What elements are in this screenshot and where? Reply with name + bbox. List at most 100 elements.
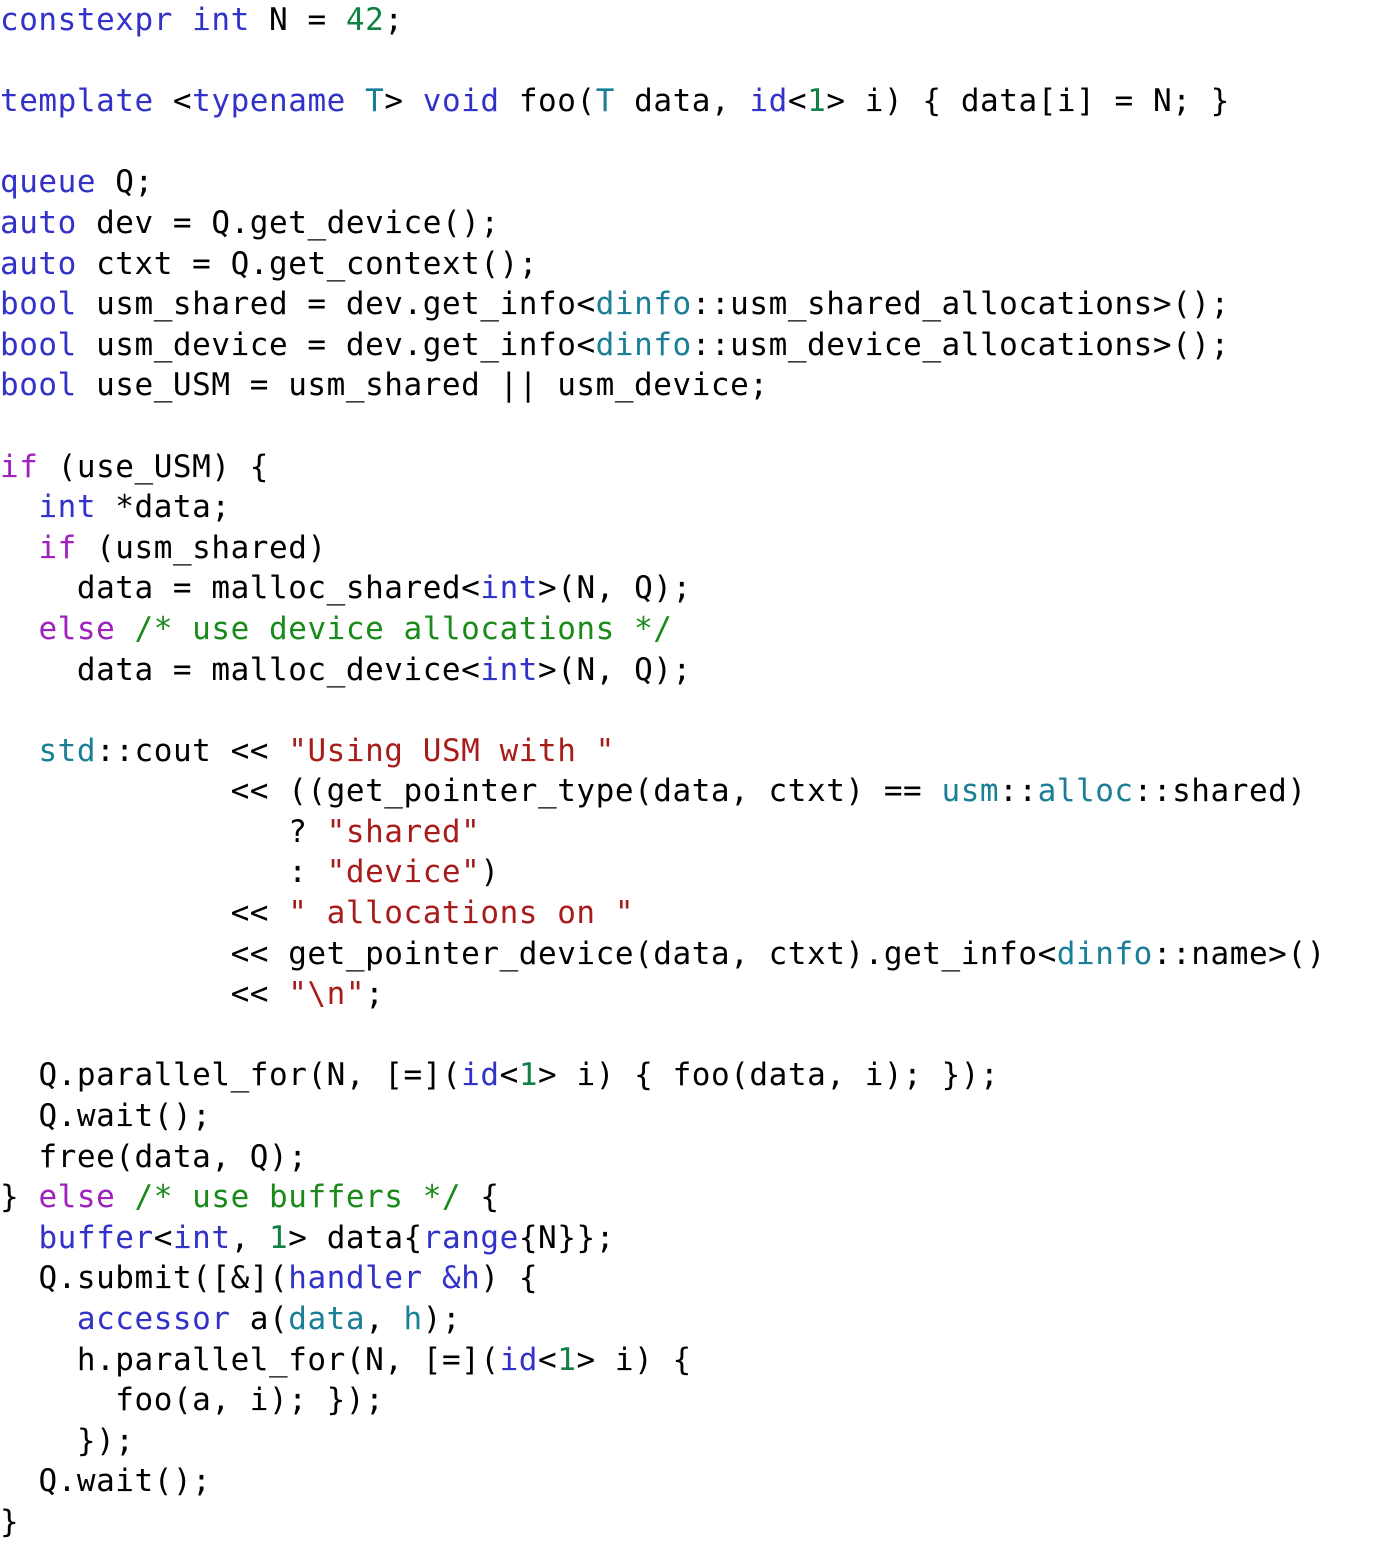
code-token-plain: . xyxy=(57,1098,77,1135)
code-token-plain: , xyxy=(711,83,750,120)
code-token-plain: ) { xyxy=(480,1260,539,1297)
code-token-plain: ctxt = xyxy=(76,245,231,282)
code-token-comment: /* use device allocations */ xyxy=(134,610,673,647)
code-token-type: dinfo xyxy=(595,326,692,363)
code-line: << " allocations on " xyxy=(0,893,1384,934)
code-token-plain: . xyxy=(230,204,250,241)
code-token-variable: h xyxy=(76,1341,97,1378)
code-token-function: malloc_device xyxy=(211,651,462,688)
code-token-plain: ::usm_device_allocations>(); xyxy=(691,326,1230,363)
code-token-plain: < xyxy=(461,570,481,607)
code-token-keyword: buffer xyxy=(38,1219,154,1256)
code-token-type: data xyxy=(288,1301,366,1337)
code-line: Q.submit([&](handler &h) { xyxy=(0,1258,1384,1299)
code-token-plain: << xyxy=(0,895,289,932)
code-token-function: get_device xyxy=(249,204,442,241)
code-token-variable: i xyxy=(864,83,884,120)
code-token-keyword: bool xyxy=(0,326,77,363)
code-token-function: a xyxy=(249,1301,270,1337)
code-token-plain: ::cout << xyxy=(96,732,289,769)
code-line: Q.wait(); xyxy=(0,1461,1384,1502)
code-token-plain: > xyxy=(538,1057,577,1094)
code-token-variable: dev xyxy=(345,286,404,323)
code-token-plain: usm_device = xyxy=(76,326,346,363)
code-token-plain: . xyxy=(57,1057,77,1094)
code-token-keyword: auto xyxy=(0,245,77,282)
code-token-plain: << xyxy=(0,976,289,1013)
code-line: auto dev = Q.get_device(); xyxy=(0,203,1384,244)
code-token-keyword: int xyxy=(192,2,250,38)
code-token-type: h xyxy=(403,1301,423,1337)
code-token-variable: Q xyxy=(38,1260,58,1297)
code-token-keyword: id xyxy=(499,1341,539,1378)
code-token-keyword: int xyxy=(38,489,97,526)
code-token-plain: (usm_shared) xyxy=(76,529,327,566)
code-line: if (usm_shared) xyxy=(0,528,1384,569)
code-token-comment: /* use buffers */ xyxy=(134,1179,462,1216)
code-token-keyword: handler xyxy=(288,1260,423,1297)
code-token-plain: >(N, Q); xyxy=(538,651,692,688)
code-token-plain: >(N, Q); xyxy=(538,570,692,607)
code-line: bool usm_shared = dev.get_info<dinfo::us… xyxy=(0,284,1384,325)
code-token-keyword: range xyxy=(422,1219,519,1256)
code-line: if (use_USM) { xyxy=(0,447,1384,488)
code-token-plain: ; xyxy=(384,2,404,38)
code-token-plain: < xyxy=(538,1341,558,1378)
code-token-variable: Q xyxy=(38,1098,58,1135)
code-token-function: submit xyxy=(76,1260,193,1297)
code-line: << get_pointer_device(data, ctxt).get_in… xyxy=(0,934,1384,975)
code-token-plain: < xyxy=(153,83,193,120)
code-token-function: get_pointer_device xyxy=(288,935,635,972)
code-token-number: 1 xyxy=(807,83,827,120)
code-line: queue Q; xyxy=(0,162,1384,203)
code-token-plain: < xyxy=(1037,935,1057,972)
code-token-keyword: queue xyxy=(0,164,97,201)
code-line: std::cout << "Using USM with " xyxy=(0,731,1384,772)
code-token-plain: . xyxy=(96,1341,116,1378)
code-token-plain: (use_USM) { xyxy=(38,448,270,485)
code-token-variable: i xyxy=(614,1341,635,1378)
code-token-plain: use_USM = usm_shared || usm_device; xyxy=(76,367,769,404)
code-token-plain: ) { xyxy=(634,1341,692,1378)
code-token-plain: (N, [=]( xyxy=(345,1341,500,1378)
code-token-plain: < xyxy=(499,1057,519,1094)
code-token-function: wait xyxy=(76,1098,154,1135)
code-token-plain: ::name>() xyxy=(1152,935,1326,972)
code-token-plain: (data, ctxt) == xyxy=(634,773,942,810)
code-token-variable: dev xyxy=(345,326,404,363)
code-token-plain: ::usm_shared_allocations>(); xyxy=(691,286,1230,323)
code-token-keyword: id xyxy=(461,1057,500,1094)
code-token-function: get_context xyxy=(269,245,481,282)
code-token-plain: > xyxy=(384,83,423,120)
code-token-keyword: constexpr xyxy=(0,2,173,38)
code-token-control: if xyxy=(0,448,39,485)
code-line: Q.parallel_for(N, [=](id<1> i) { foo(dat… xyxy=(0,1055,1384,1096)
code-line: << ((get_pointer_type(data, ctxt) == usm… xyxy=(0,771,1384,812)
code-line: ? "shared" xyxy=(0,812,1384,853)
code-token-plain: << xyxy=(0,935,289,972)
code-line: h.parallel_for(N, [=](id<1> i) { xyxy=(0,1340,1384,1381)
code-line: bool use_USM = usm_shared || usm_device; xyxy=(0,365,1384,406)
code-token-variable: Q xyxy=(211,204,231,241)
code-token-keyword: int xyxy=(172,1219,231,1256)
code-token-keyword: int xyxy=(480,651,539,688)
code-token-plain: << (( xyxy=(0,773,327,810)
code-line: buffer<int, 1> data{range{N}}; xyxy=(0,1218,1384,1259)
code-line: } xyxy=(0,1502,1384,1543)
code-token-plain: ::shared) xyxy=(1133,773,1307,810)
code-token-variable: Q xyxy=(38,1463,58,1500)
code-token-plain: ( xyxy=(269,1301,289,1337)
code-line: Q.wait(); xyxy=(0,1096,1384,1137)
code-token-variable: i xyxy=(576,1057,596,1094)
